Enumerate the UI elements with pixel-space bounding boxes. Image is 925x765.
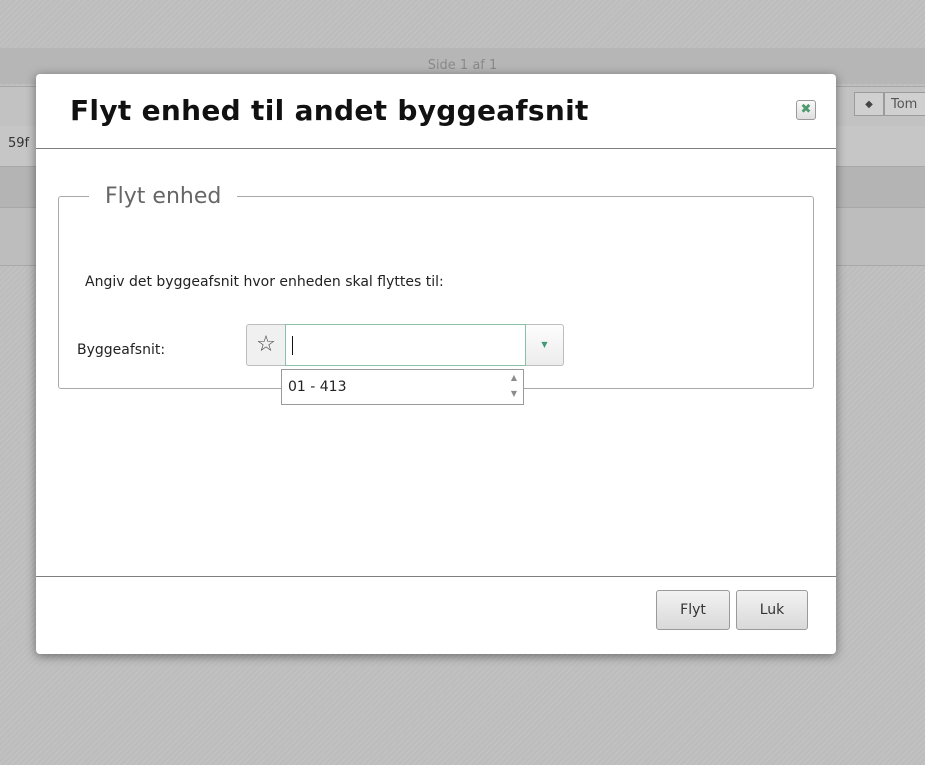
scroll-down-icon[interactable]: ▼ bbox=[507, 388, 521, 400]
dropdown-toggle-button[interactable]: ▼ bbox=[526, 324, 564, 366]
close-dialog-button[interactable]: Luk bbox=[736, 590, 808, 630]
move-button[interactable]: Flyt bbox=[656, 590, 730, 630]
fieldset-legend: Flyt enhed bbox=[105, 184, 222, 209]
caret-down-icon: ▼ bbox=[541, 340, 548, 349]
column-header: Tom bbox=[884, 92, 925, 116]
dialog-title: Flyt enhed til andet byggeafsnit bbox=[70, 94, 589, 127]
instruction-text: Angiv det byggeafsnit hvor enheden skal … bbox=[85, 274, 444, 290]
dropdown-option[interactable]: 01 - 413 bbox=[288, 379, 347, 395]
byggeafsnit-input[interactable] bbox=[292, 326, 522, 364]
sort-icon: ◆ bbox=[854, 92, 884, 116]
scroll-up-icon[interactable]: ▲ bbox=[507, 372, 521, 384]
close-icon: ✖ bbox=[800, 102, 812, 117]
byggeafsnit-combobox[interactable] bbox=[285, 324, 526, 366]
byggeafsnit-dropdown: 01 - 413 ▲ ▼ bbox=[281, 369, 524, 405]
close-button[interactable]: ✖ bbox=[796, 100, 816, 120]
dropdown-scrollbar[interactable]: ▲ ▼ bbox=[507, 372, 521, 402]
header-divider bbox=[36, 148, 836, 149]
star-outline-icon: ☆ bbox=[256, 332, 276, 357]
byggeafsnit-label: Byggeafsnit: bbox=[77, 342, 166, 358]
favorite-button[interactable]: ☆ bbox=[246, 324, 285, 366]
footer-divider bbox=[36, 576, 836, 577]
move-unit-dialog: Flyt enhed til andet byggeafsnit ✖ Flyt … bbox=[36, 74, 836, 654]
text-cursor bbox=[292, 336, 293, 355]
table-cell: 59f bbox=[8, 136, 30, 151]
pagination-text: Side 1 af 1 bbox=[427, 58, 498, 73]
